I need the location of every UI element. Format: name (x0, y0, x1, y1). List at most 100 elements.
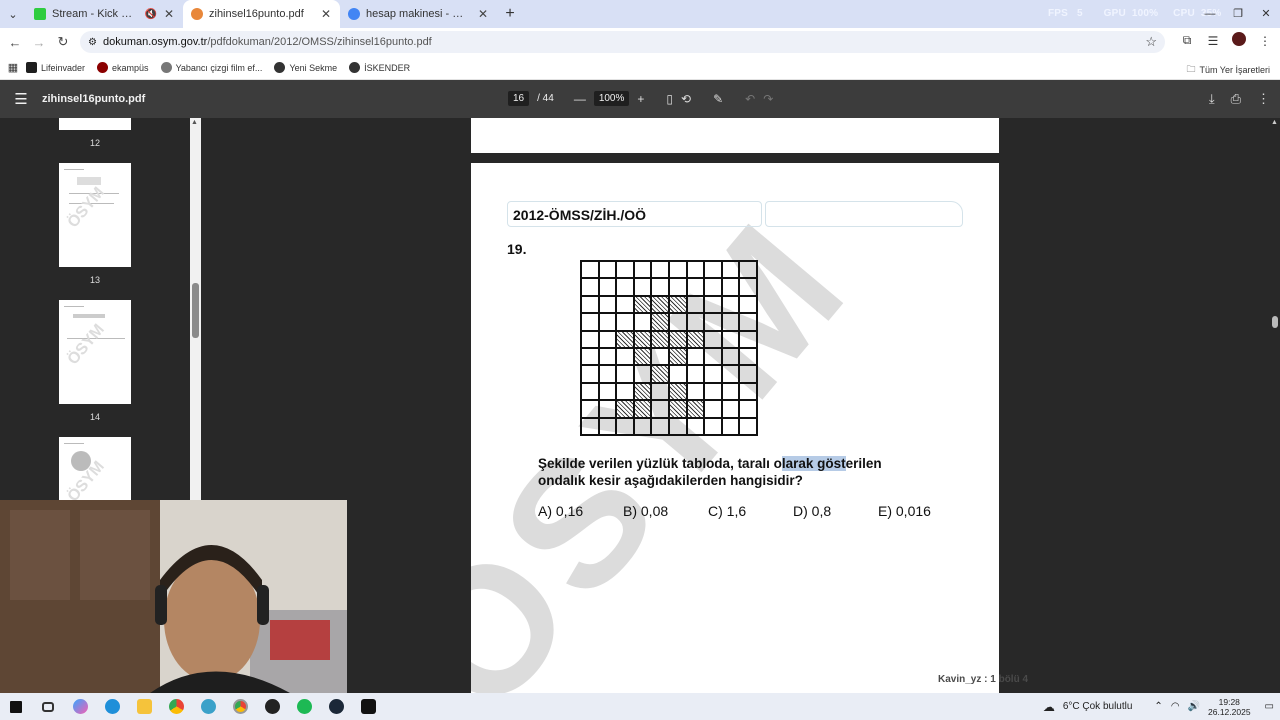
all-bookmarks[interactable]: 🗀 Tüm Yer İşaretleri (1186, 62, 1270, 78)
grid-cell (739, 261, 757, 279)
steam-icon[interactable] (320, 693, 352, 720)
pdf-controls: 16 / 44 — 100% + ▯ ⟲ ✎ ↶ ↷ (508, 91, 773, 106)
thumbnail-page-12[interactable] (59, 118, 131, 130)
shaded-cell (633, 295, 652, 314)
new-tab-button[interactable]: + (497, 5, 523, 23)
pdf-page: ÖSYM 2012-ÖMSS/ZİH./OÖ 19. Şekilde veril… (471, 163, 999, 693)
grid-cell (669, 313, 687, 331)
thumbnail-page-13[interactable]: ÖSYM (59, 163, 131, 267)
thumbnail-page-14[interactable]: ÖSYM (59, 300, 131, 404)
kick-icon (34, 8, 46, 20)
restore-icon[interactable]: ❐ (1224, 0, 1252, 28)
bookmark-new-tab[interactable]: Yeni Sekme (274, 62, 337, 73)
game-icon[interactable] (352, 693, 384, 720)
network-icon[interactable]: ◠ (1171, 701, 1180, 712)
viewer-scroll-thumb[interactable] (1272, 316, 1278, 328)
tab-google-search[interactable]: hesap makinesi - Google'da Ara ✕ (340, 0, 497, 28)
edge-icon[interactable] (96, 693, 128, 720)
tab-title: Stream - Kick Dashboard (52, 8, 139, 20)
zoom-out-icon[interactable]: — (574, 92, 586, 106)
grid-cell (598, 347, 617, 366)
page-number-input[interactable]: 16 (508, 91, 530, 106)
windows-start-icon[interactable] (0, 693, 32, 720)
bookmark-iskender[interactable]: İSKENDER (349, 62, 410, 73)
annotate-icon[interactable]: ✎ (713, 92, 723, 106)
shaded-cell (669, 400, 687, 418)
back-icon[interactable]: ← (3, 35, 27, 50)
close-window-icon[interactable]: ✕ (1252, 0, 1280, 28)
grid-cell (598, 330, 617, 348)
sidebar-scrollbar[interactable]: ▲ (190, 118, 201, 500)
apps-grid-icon[interactable]: ▦ (0, 61, 26, 74)
print-icon[interactable]: ⎙ (1231, 91, 1241, 107)
close-tab-icon[interactable]: ✕ (320, 7, 332, 21)
clock-time: 19:28 (1218, 696, 1240, 707)
redo-icon[interactable]: ↷ (763, 92, 773, 106)
reading-list-icon[interactable]: ☰ (1204, 34, 1222, 48)
grid-cell (739, 278, 757, 296)
grid-cell (598, 365, 617, 383)
volume-icon[interactable]: 🔊 (1188, 701, 1200, 712)
pdf-more-icon[interactable]: ⋮ (1257, 91, 1270, 107)
download-icon[interactable]: ⤓ (1209, 91, 1215, 107)
sidebar-scroll-thumb[interactable] (192, 283, 199, 338)
notification-icon[interactable]: ▭ (1265, 701, 1274, 712)
address-bar[interactable]: ⚙ dokuman.osym.gov.tr/pdfdokuman/2012/OM… (80, 31, 1165, 53)
file-explorer-icon[interactable] (128, 693, 160, 720)
pdf-viewer[interactable]: ÖSYM 2012-ÖMSS/ZİH./OÖ 19. Şekilde veril… (201, 118, 1269, 693)
highlighted-selection[interactable]: larak göst (781, 456, 846, 471)
tab-kick-dashboard[interactable]: Stream - Kick Dashboard 🔇 ✕ (26, 0, 183, 28)
more-menu-icon[interactable]: ⋮ (1256, 34, 1274, 48)
bookmark-ekampus[interactable]: ekampüs (97, 62, 149, 73)
scroll-up-arrow-icon[interactable]: ▲ (191, 119, 198, 126)
sidebar-menu-icon[interactable]: ☰ (0, 90, 42, 108)
extensions-icon[interactable]: ⧉ (1178, 33, 1196, 48)
grid-cell (721, 278, 740, 296)
close-tab-icon[interactable]: ✕ (477, 7, 489, 21)
site-info-icon[interactable]: ⚙ (88, 37, 97, 48)
task-view-icon[interactable] (32, 693, 64, 720)
app-icon[interactable] (192, 693, 224, 720)
copilot-icon[interactable] (64, 693, 96, 720)
chrome-taskbar-icon[interactable] (160, 693, 192, 720)
tab-search-chevron-icon[interactable]: ⌄ (0, 0, 26, 28)
zoom-in-icon[interactable]: + (637, 92, 644, 106)
weather-icon[interactable]: ☁ (1043, 700, 1055, 714)
thumbnail-page-15[interactable]: ÖSYM (59, 437, 131, 505)
grid-cell (581, 295, 599, 314)
tab-pdf[interactable]: zihinsel16punto.pdf ✕ (183, 0, 340, 28)
profile-avatar[interactable] (1230, 32, 1248, 49)
viewer-scrollbar[interactable]: ▲ (1269, 118, 1280, 693)
bookmark-lifeinvader[interactable]: Lifeinvader (26, 62, 85, 73)
header-empty-cell (765, 201, 963, 227)
bookmark-star-icon[interactable]: ☆ (1145, 34, 1157, 50)
grid-cell (739, 295, 757, 314)
chrome-profile-icon[interactable] (224, 693, 256, 720)
weather-text[interactable]: 6°C Çok bulutlu (1063, 701, 1133, 712)
obs-icon[interactable] (256, 693, 288, 720)
grid-cell (739, 330, 757, 348)
answer-options: A) 0,16 B) 0,08 C) 1,6 D) 0,8 E) 0,016 (538, 503, 958, 519)
grid-cell (721, 261, 740, 279)
undo-icon[interactable]: ↶ (745, 92, 755, 106)
minimize-icon[interactable]: — (1196, 0, 1224, 28)
reload-icon[interactable]: ↻ (51, 34, 75, 50)
pdf-favicon-icon (191, 8, 203, 20)
zoom-input[interactable]: 100% (593, 91, 630, 106)
forward-icon[interactable]: → (27, 35, 51, 50)
lifeinvader-icon (26, 62, 37, 73)
bookmark-cartoon[interactable]: Yabancı çizgi film ef... (160, 62, 262, 73)
fit-page-icon[interactable]: ▯ (666, 92, 673, 106)
spotify-icon[interactable] (288, 693, 320, 720)
header-row: 2012-ÖMSS/ZİH./OÖ (507, 201, 963, 227)
speaker-muted-icon[interactable]: 🔇 (145, 9, 157, 20)
grid-cell (704, 382, 722, 401)
shaded-cell (616, 400, 634, 418)
shaded-cell (669, 330, 687, 348)
close-tab-icon[interactable]: ✕ (163, 7, 175, 21)
clock[interactable]: 19:28 26.12.2025 (1208, 697, 1251, 717)
shaded-cell (633, 330, 652, 348)
scroll-up-arrow-icon[interactable]: ▲ (1271, 119, 1278, 126)
rotate-icon[interactable]: ⟲ (681, 92, 691, 106)
tray-chevron-icon[interactable]: ⌃ (1154, 701, 1162, 712)
